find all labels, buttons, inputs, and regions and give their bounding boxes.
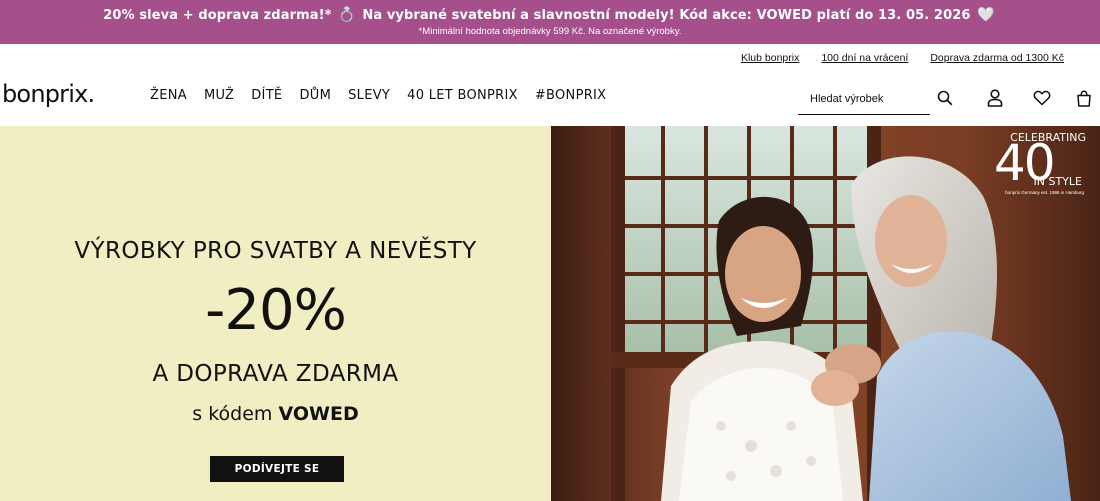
- nav-item-dum[interactable]: DŮM: [299, 88, 331, 103]
- account-icon[interactable]: [985, 88, 1005, 108]
- nav-item-40-let[interactable]: 40 LET BONPRIX: [407, 88, 518, 103]
- nav-item-muz[interactable]: MUŽ: [204, 88, 234, 103]
- hero-code: VOWED: [278, 403, 359, 425]
- hero-photo[interactable]: CELEBRATING 40 IN STYLE bonprix Germany …: [551, 126, 1100, 501]
- badge-bottom-text: IN STYLE: [1033, 175, 1082, 188]
- ring-icon: 💍: [338, 7, 356, 23]
- hero-subtitle: A DOPRAVA ZDARMA: [152, 361, 399, 387]
- promo-banner[interactable]: 20% sleva + doprava zdarma!* 💍 Na vybran…: [0, 0, 1100, 44]
- celebrating-40-badge: CELEBRATING 40 IN STYLE bonprix Germany …: [988, 132, 1086, 204]
- nav-item-slevy[interactable]: SLEVY: [348, 88, 390, 103]
- heart-emoji-icon: 🤍: [977, 7, 995, 23]
- hero-cta-button[interactable]: PODÍVEJTE SE: [210, 456, 344, 482]
- badge-small-text: bonprix Germany est. 1986 in Hamburg: [1005, 190, 1084, 195]
- search-box: [798, 84, 930, 115]
- hero-banner[interactable]: VÝROBKY PRO SVATBY A NEVĚSTY -20% A DOPR…: [0, 126, 1100, 501]
- hero-code-line: s kódem VOWED: [0, 403, 551, 425]
- hero-text-panel: VÝROBKY PRO SVATBY A NEVĚSTY -20% A DOPR…: [0, 126, 551, 501]
- promo-details: Na vybrané svatební a slavnostní modely!…: [362, 8, 971, 23]
- heart-icon[interactable]: [1032, 88, 1052, 108]
- link-returns[interactable]: 100 dní na vrácení: [821, 52, 908, 64]
- hero-discount: -20%: [205, 278, 347, 343]
- logo[interactable]: bonprix.: [2, 80, 95, 108]
- nav-item-zena[interactable]: ŽENA: [150, 88, 187, 103]
- nav-item-dite[interactable]: DÍTĚ: [251, 88, 282, 103]
- hero-code-prefix: s kódem: [192, 403, 273, 425]
- link-club[interactable]: Klub bonprix: [741, 52, 799, 64]
- link-free-shipping[interactable]: Doprava zdarma od 1300 Kč: [930, 52, 1064, 64]
- search-input[interactable]: [798, 84, 930, 114]
- utility-links: Klub bonprix 100 dní na vrácení Doprava …: [741, 52, 1064, 64]
- promo-main-text: 20% sleva + doprava zdarma!* 💍 Na vybran…: [0, 0, 1100, 23]
- promo-subtext: *Minimální hodnota objednávky 599 Kč. Na…: [418, 26, 682, 37]
- search-icon[interactable]: [935, 88, 955, 108]
- nav-item-hashtag[interactable]: #BONPRIX: [535, 88, 607, 103]
- main-nav: ŽENA MUŽ DÍTĚ DŮM SLEVY 40 LET BONPRIX #…: [150, 88, 623, 103]
- bag-icon[interactable]: [1074, 88, 1094, 108]
- promo-headline: 20% sleva + doprava zdarma!*: [103, 8, 332, 23]
- hero-title: VÝROBKY PRO SVATBY A NEVĚSTY: [74, 238, 477, 264]
